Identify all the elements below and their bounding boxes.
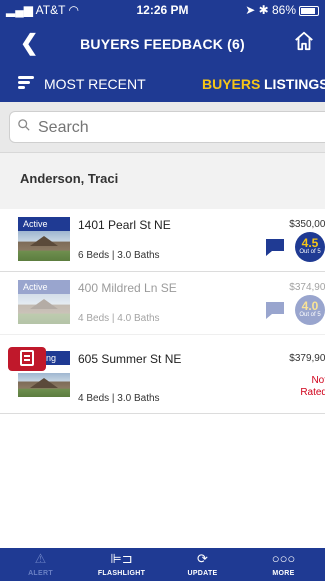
sort-dropdown[interactable]: MOST RECENT [44,76,146,92]
buyer-name: Anderson, Traci [20,171,119,186]
sort-icon[interactable] [18,76,34,90]
status-badge: Active [18,280,70,294]
search-icon [18,119,30,131]
comment-icon[interactable] [264,300,286,320]
listing-price: $379,900 [289,353,325,364]
tab-update[interactable]: ⟳ UPDATE [162,548,243,581]
battery-icon [299,5,319,16]
listing-row[interactable]: Pending 605 Summer St NE 4 Beds | 3.0 Ba… [0,343,325,414]
search-bar [0,102,325,152]
search-input[interactable] [36,116,320,140]
not-rated-label: Not Rated [300,375,325,398]
listing-beds-baths: 6 Beds | 3.0 Baths [78,250,160,261]
listing-beds-baths: 4 Beds | 4.0 Baths [78,313,160,324]
tab-listings[interactable]: LISTINGS [264,76,325,92]
rating-badge: 4.5 Out of 5 [295,232,325,262]
listing-row[interactable]: Active 400 Mildred Ln SE 4 Beds | 4.0 Ba… [0,272,325,335]
comment-icon[interactable] [264,237,286,257]
listing-thumbnail [18,231,70,261]
tab-buyers[interactable]: BUYERS [202,76,260,92]
more-icon: ○○○ [271,551,296,566]
navigation-bar: ❮ BUYERS FEEDBACK (6) [0,20,325,66]
alert-icon: ⚠ [34,551,47,566]
listing-row[interactable]: Active 1401 Pearl St NE 6 Beds | 3.0 Bat… [0,209,325,272]
listing-address: 1401 Pearl St NE [78,218,171,232]
status-badge: Active [18,217,70,231]
tab-alert[interactable]: ⚠ ALERT [0,548,81,581]
listing-beds-baths: 4 Beds | 3.0 Baths [78,393,160,404]
tab-flashlight[interactable]: ⊫⊐ FLASHLIGHT [81,548,162,581]
document-icon [8,347,46,371]
bottom-tab-bar: ⚠ ALERT ⊫⊐ FLASHLIGHT ⟳ UPDATE ○○○ MORE [0,548,325,581]
page-title: BUYERS FEEDBACK (6) [80,36,245,52]
filter-bar: MOST RECENT BUYERS LISTINGS [0,66,325,102]
update-icon: ⟳ [197,551,208,566]
listing-address: 605 Summer St NE [78,352,182,366]
listing-price: $350,000 [289,219,325,230]
buyer-group-header: Anderson, Traci [0,152,325,204]
home-icon[interactable] [293,30,315,52]
tab-more[interactable]: ○○○ MORE [243,548,324,581]
search-box[interactable] [9,111,325,143]
listing-thumbnail [18,294,70,324]
battery-indicator: ➤ ✱ 86% [245,3,319,17]
listing-price: $374,900 [289,282,325,293]
status-bar: ▂▄▆ AT&T ◠ 12:26 PM ➤ ✱ 86% [0,0,325,20]
flashlight-icon: ⊫⊐ [110,551,133,566]
listing-thumbnail [18,373,70,397]
rating-badge: 4.0 Out of 5 [295,295,325,325]
listing-address: 400 Mildred Ln SE [78,281,177,295]
